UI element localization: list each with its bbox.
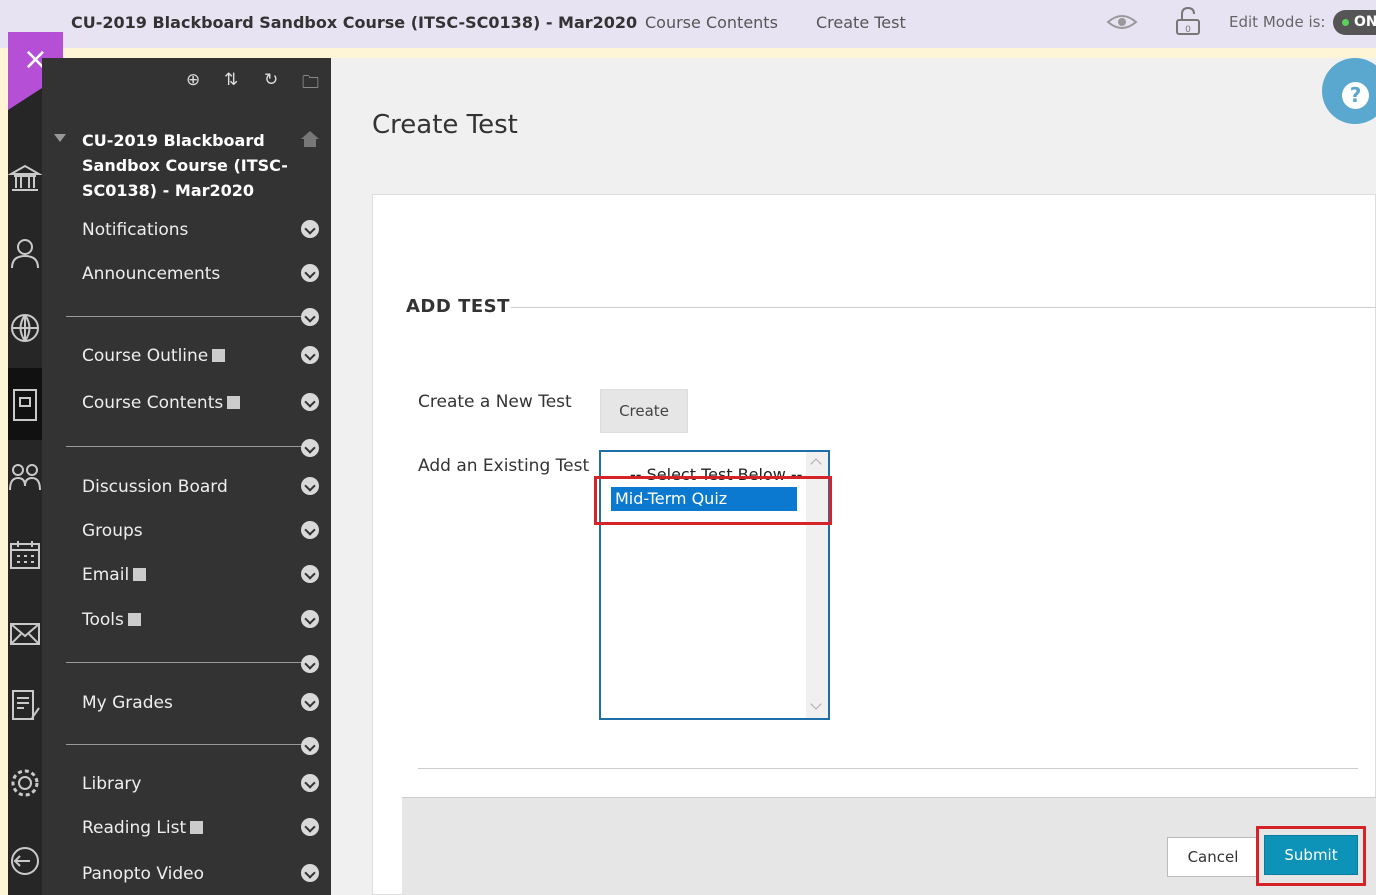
section-divider [511,307,1376,308]
collapse-caret-icon[interactable] [54,134,66,142]
sign-out-icon[interactable] [8,844,42,878]
add-test-panel: ADD TEST Create a New Test Create Add an… [372,194,1376,895]
menu-item-reading-list[interactable]: Reading List [82,818,204,838]
status-dot [1342,19,1349,26]
cancel-button[interactable]: Cancel [1167,837,1259,877]
chevron-down-icon[interactable] [301,655,319,673]
menu-item-label: Email [82,565,130,585]
chevron-down-icon[interactable] [301,818,319,836]
existing-test-label: Add an Existing Test [418,456,590,476]
menu-item-label: Tools [82,610,124,630]
menu-item-discussion-board[interactable]: Discussion Board [82,477,228,497]
menu-item-my-grades[interactable]: My Grades [82,693,173,713]
menu-divider [66,744,302,745]
section-title: ADD TEST [406,296,510,317]
create-new-test-label: Create a New Test [418,392,572,412]
form-divider [418,768,1358,769]
menu-item-label: Notifications [82,220,189,240]
menu-item-label: Reading List [82,818,187,838]
chevron-down-icon[interactable] [301,610,319,628]
menu-item-library[interactable]: Library [82,774,141,794]
external-link-icon [127,613,141,626]
menu-item-label: Course Outline [82,346,209,366]
page-title: Create Test [372,110,518,140]
menu-item-panopto-video[interactable]: Panopto Video [82,864,204,884]
breadcrumb-course-contents[interactable]: Course Contents [645,13,778,32]
refresh-icon[interactable]: ↻ [264,70,278,90]
external-link-icon [190,821,204,834]
chevron-down-icon[interactable] [301,737,319,755]
help-icon: ? [1342,82,1369,109]
create-button[interactable]: Create [600,389,688,433]
institution-icon[interactable] [8,162,42,196]
external-link-icon [133,568,147,581]
chevron-down-icon[interactable] [301,521,319,539]
edit-mode-label: Edit Mode is: [1229,13,1326,31]
chevron-down-icon[interactable] [301,774,319,792]
home-icon[interactable] [300,130,320,148]
external-link-icon [212,349,226,362]
menu-divider [66,446,302,447]
grades-icon[interactable] [8,688,42,722]
menu-item-label: Library [82,774,142,794]
menu-item-tools[interactable]: Tools [82,610,141,630]
main-content: Create Test ? ADD TEST Create a New Test… [331,58,1376,895]
student-preview-icon[interactable] [1106,10,1138,34]
menu-toolbar: ⊕ ⇅ ↻ 🗀 [186,70,326,93]
chevron-down-icon[interactable] [301,308,319,326]
folder-view-icon[interactable]: 🗀 [302,70,319,99]
menu-item-label: Course Contents [82,393,224,413]
chevron-down-icon[interactable] [301,693,319,711]
chevron-down-icon[interactable] [810,698,822,710]
courses-icon[interactable] [8,388,42,422]
chevron-down-icon[interactable] [301,477,319,495]
messages-icon[interactable] [8,616,42,650]
menu-item-course-contents[interactable]: Course Contents [82,393,241,413]
highlight-box-quiz [594,476,832,525]
add-menu-item-icon[interactable]: ⊕ [186,70,200,90]
menu-item-label: Groups [82,521,143,541]
menu-item-email[interactable]: Email [82,565,147,585]
menu-item-label: Panopto Video [82,864,204,884]
menu-item-label: Discussion Board [82,477,228,497]
menu-item-announcements[interactable]: Announcements [82,264,220,284]
chevron-down-icon[interactable] [301,264,319,282]
chevron-down-icon[interactable] [301,439,319,457]
chevron-down-icon[interactable] [301,346,319,364]
chevron-down-icon[interactable] [301,393,319,411]
chevron-down-icon[interactable] [301,565,319,583]
menu-item-label: My Grades [82,693,173,713]
breadcrumb-create-test: Create Test [816,13,906,32]
tools-icon[interactable] [8,766,42,800]
reorder-icon[interactable]: ⇅ [224,70,238,90]
menu-item-course-outline[interactable]: Course Outline [82,346,226,366]
help-button[interactable]: ? [1322,58,1376,124]
close-tab-tail [8,88,42,110]
edit-mode-toggle[interactable]: ON [1333,10,1376,35]
profile-icon[interactable] [8,236,42,270]
highlight-box-submit [1256,826,1366,886]
globe-icon[interactable] [8,311,42,345]
menu-item-label: Announcements [82,264,221,284]
svg-text:0: 0 [1185,25,1191,35]
menu-divider [66,662,302,663]
calendar-icon[interactable] [8,538,42,572]
edit-mode-value: ON [1354,14,1376,30]
external-link-icon [227,396,241,409]
menu-divider [66,316,302,317]
course-title[interactable]: CU-2019 Blackboard Sandbox Course (ITSC-… [71,13,637,32]
chevron-up-icon[interactable] [810,458,822,470]
lock-icon[interactable]: 0 [1174,6,1202,36]
chevron-down-icon[interactable] [301,220,319,238]
submit-bar: Cancel Submit [402,797,1376,895]
groups-icon[interactable] [8,460,42,494]
course-menu: ⊕ ⇅ ↻ 🗀 CU-2019 Blackboard Sandbox Cours… [42,58,331,895]
chevron-down-icon[interactable] [301,864,319,882]
course-header-bar: CU-2019 Blackboard Sandbox Course (ITSC-… [0,0,1376,48]
menu-item-notifications[interactable]: Notifications [82,220,188,240]
menu-course-name[interactable]: CU-2019 Blackboard Sandbox Course (ITSC-… [82,128,292,203]
global-nav-strip [8,48,42,895]
menu-item-groups[interactable]: Groups [82,521,143,541]
